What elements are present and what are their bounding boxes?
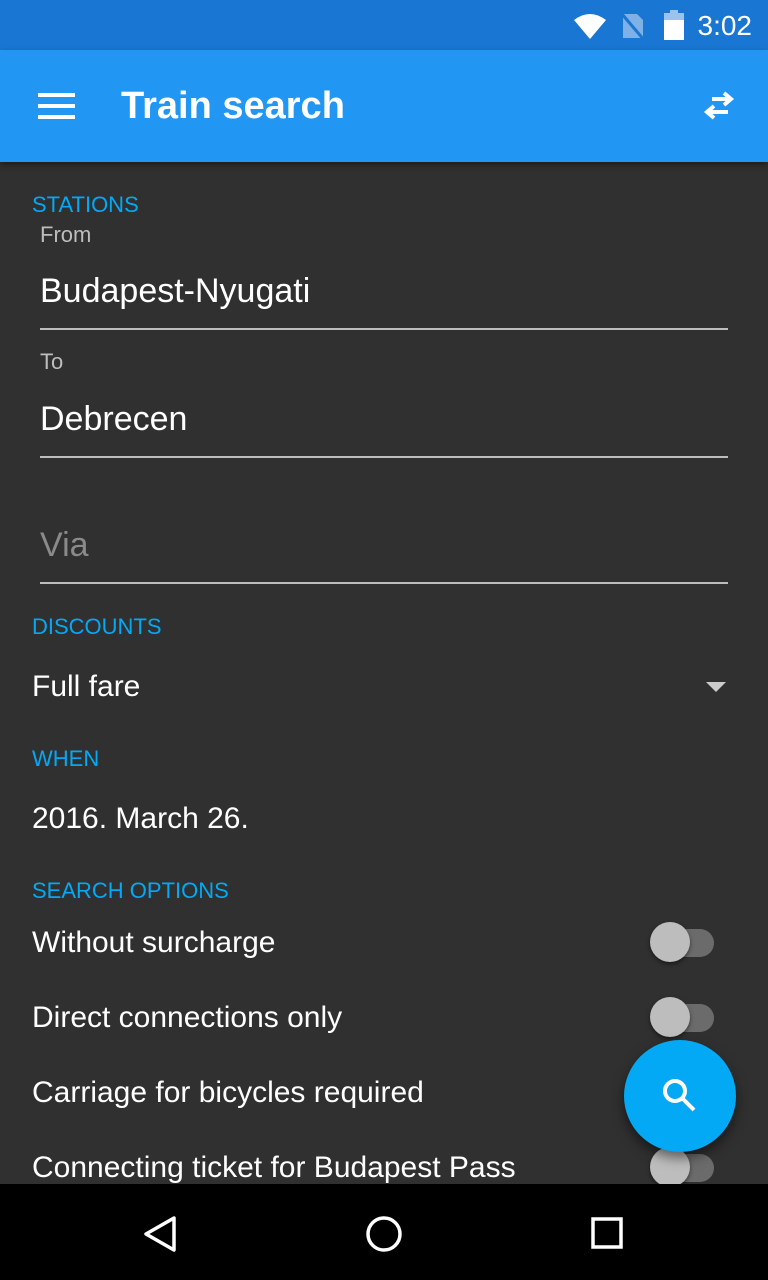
option-label: Without surcharge (32, 926, 276, 959)
date-picker[interactable]: 2016. March 26. (32, 802, 249, 836)
when-heading: WHEN (32, 746, 100, 771)
no-sim-icon (620, 13, 646, 40)
via-input[interactable]: Via (40, 526, 728, 584)
discount-value: Full fare (32, 670, 141, 703)
from-label: From (40, 222, 92, 247)
option-label: Carriage for bicycles required (32, 1076, 424, 1109)
search-options-heading: SEARCH OPTIONS (32, 878, 229, 903)
without-surcharge-toggle[interactable] (650, 922, 714, 962)
swap-icon[interactable] (700, 90, 740, 122)
option-label: Direct connections only (32, 1001, 343, 1034)
option-label: Connecting ticket for Budapest Pass (32, 1151, 516, 1184)
stations-heading: STATIONS (32, 192, 139, 217)
discounts-heading: DISCOUNTS (32, 614, 162, 639)
search-button[interactable] (624, 1040, 736, 1152)
menu-icon[interactable] (38, 93, 75, 119)
to-label: To (40, 349, 64, 374)
back-icon[interactable] (140, 1214, 180, 1254)
search-icon (663, 1079, 696, 1112)
wifi-icon (574, 14, 606, 39)
to-input[interactable]: Debrecen (40, 400, 728, 458)
battery-icon (664, 10, 684, 40)
navigation-bar (0, 1184, 768, 1280)
status-bar: 3:02 (0, 0, 768, 50)
dropdown-arrow-icon (706, 682, 726, 692)
budapest-pass-toggle[interactable] (650, 1147, 714, 1187)
page-title: Train search (121, 85, 345, 127)
discount-select[interactable]: Full fare (32, 670, 732, 710)
recents-icon[interactable] (590, 1216, 626, 1252)
direct-connections-toggle[interactable] (650, 997, 714, 1037)
app-bar: Train search (0, 50, 768, 162)
home-icon[interactable] (364, 1214, 404, 1254)
clock: 3:02 (697, 10, 753, 41)
from-input[interactable]: Budapest-Nyugati (40, 272, 728, 330)
